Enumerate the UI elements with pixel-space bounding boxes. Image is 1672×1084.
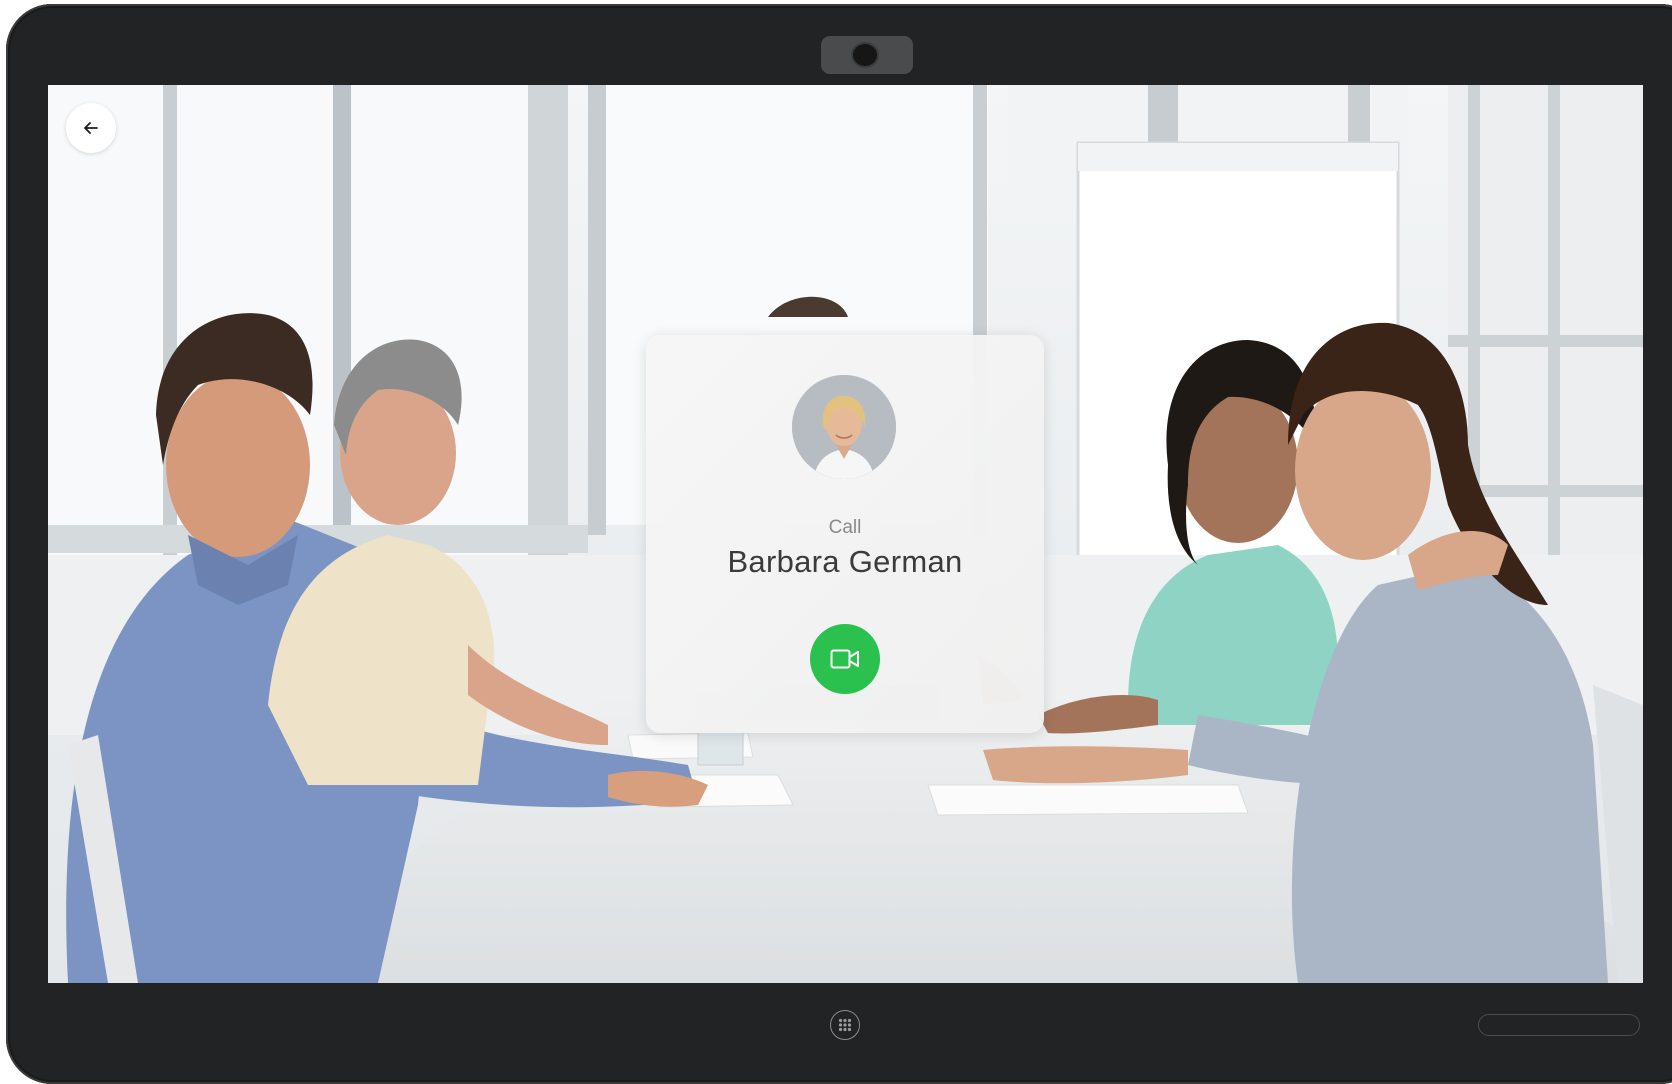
device-side-handle xyxy=(1478,1014,1640,1036)
contact-name: Barbara German xyxy=(727,544,963,579)
back-button[interactable] xyxy=(66,103,116,153)
arrow-left-icon xyxy=(84,122,98,134)
video-camera-icon xyxy=(830,649,859,669)
contact-avatar xyxy=(792,375,896,479)
home-button[interactable] xyxy=(830,1010,860,1040)
camera-lens-icon xyxy=(853,44,877,66)
video-call-button[interactable] xyxy=(810,624,880,694)
grid-dots-icon xyxy=(838,1018,852,1032)
camera-housing xyxy=(821,36,913,74)
call-label: Call xyxy=(828,517,862,538)
device-screen: Call Barbara German xyxy=(48,85,1643,983)
call-dialog: Call Barbara German xyxy=(646,335,1044,733)
